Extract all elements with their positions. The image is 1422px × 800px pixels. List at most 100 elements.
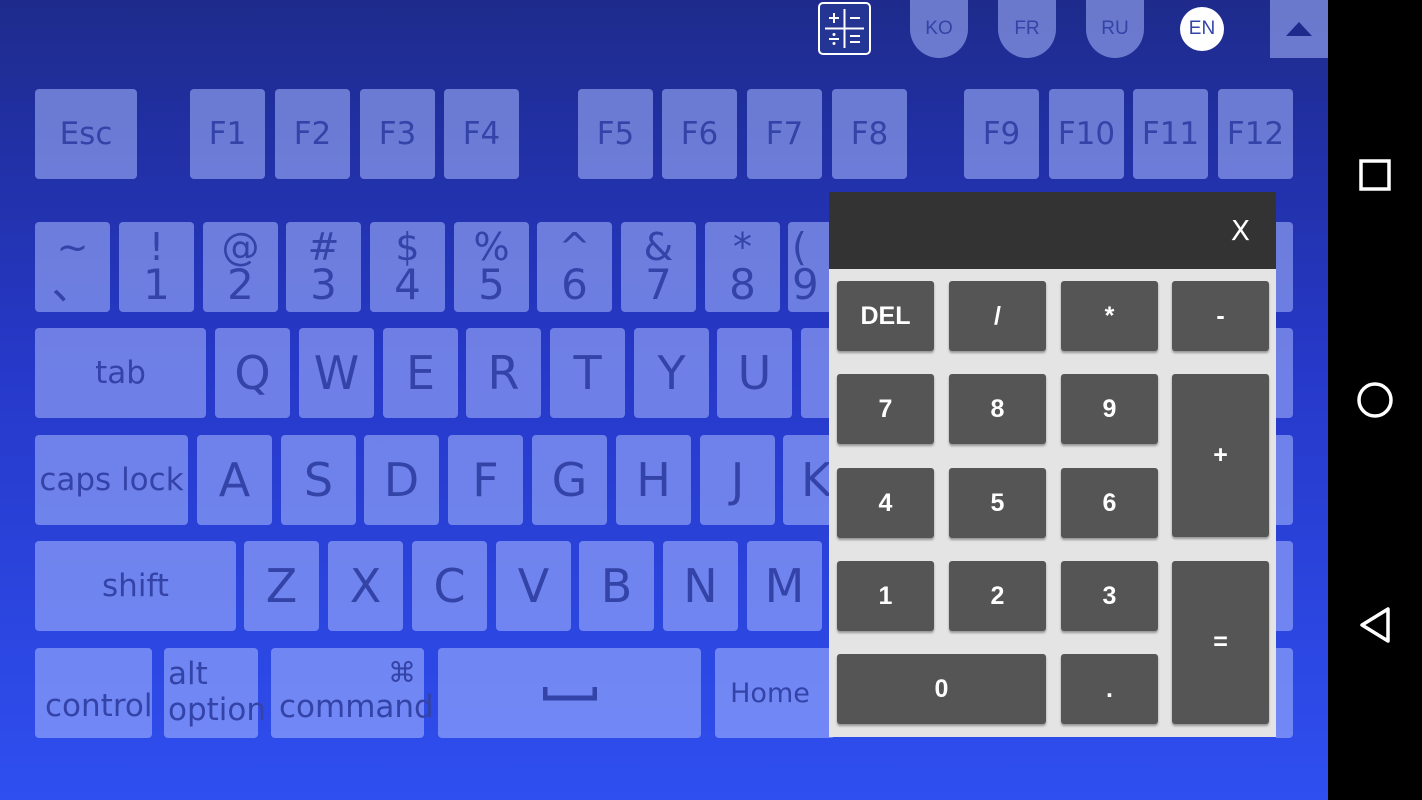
key-command[interactable]: ⌘ command: [271, 648, 434, 738]
key-f4[interactable]: F4: [444, 89, 519, 179]
calc-8-button[interactable]: 8: [949, 374, 1046, 444]
key-n[interactable]: N: [663, 541, 738, 631]
key-3[interactable]: #3: [286, 222, 361, 312]
key-bottom-label: 4: [394, 260, 421, 310]
key-shift[interactable]: shift: [35, 541, 236, 631]
key-tilde[interactable]: ~、: [35, 222, 110, 312]
key-return-edge[interactable]: [1276, 435, 1293, 525]
calc-del-button[interactable]: DEL: [837, 281, 934, 351]
key-bottom-label: 8: [729, 260, 756, 310]
key-esc[interactable]: Esc: [35, 89, 137, 179]
key-1[interactable]: ! 1: [119, 222, 194, 312]
calculator-close-button[interactable]: X: [1231, 214, 1250, 247]
key-b[interactable]: B: [579, 541, 654, 631]
calc-3-button[interactable]: 3: [1061, 561, 1158, 631]
key-f10[interactable]: F10: [1049, 89, 1124, 179]
calc-dot-button[interactable]: .: [1061, 654, 1158, 724]
key-bottom-label: 6: [561, 260, 588, 310]
key-arrow-edge[interactable]: [1276, 648, 1293, 738]
key-f12[interactable]: F12: [1218, 89, 1293, 179]
key-bottom-label: 5: [478, 260, 505, 310]
key-m[interactable]: M: [747, 541, 822, 631]
key-z[interactable]: Z: [244, 541, 319, 631]
key-4[interactable]: $4: [370, 222, 445, 312]
key-a[interactable]: A: [197, 435, 272, 525]
key-q[interactable]: Q: [215, 328, 290, 418]
key-i-partial[interactable]: [801, 328, 831, 418]
key-control[interactable]: control: [35, 648, 152, 738]
key-alt-option[interactable]: alt option: [164, 648, 266, 738]
back-triangle-icon[interactable]: [1352, 602, 1398, 648]
calc-5-button[interactable]: 5: [949, 468, 1046, 538]
lang-ko-button[interactable]: KO: [910, 0, 968, 58]
key-f6[interactable]: F6: [662, 89, 737, 179]
key-f3[interactable]: F3: [360, 89, 435, 179]
calc-0-button[interactable]: 0: [837, 654, 1046, 724]
calculator-panel: X DEL / * - 7 8 9 + 4 5 6 1 2 3 = 0 .: [829, 192, 1276, 737]
key-u[interactable]: U: [717, 328, 792, 418]
key-f1[interactable]: F1: [190, 89, 265, 179]
key-bottom-label: 2: [227, 260, 254, 310]
key-shift-right-edge[interactable]: [1276, 541, 1293, 631]
lang-ru-button[interactable]: RU: [1086, 0, 1144, 58]
key-j[interactable]: J: [700, 435, 775, 525]
key-x[interactable]: X: [328, 541, 403, 631]
key-y[interactable]: Y: [634, 328, 709, 418]
key-c[interactable]: C: [412, 541, 487, 631]
calc-plus-button[interactable]: +: [1172, 374, 1269, 537]
lang-en-button[interactable]: EN: [1173, 0, 1231, 58]
key-home[interactable]: Home: [715, 648, 835, 738]
key-e[interactable]: E: [383, 328, 458, 418]
key-f11[interactable]: F11: [1133, 89, 1208, 179]
key-r[interactable]: R: [466, 328, 541, 418]
triangle-up-icon[interactable]: [1270, 0, 1328, 58]
circle-icon[interactable]: [1352, 377, 1398, 423]
navigation-bar: [1328, 0, 1422, 800]
key-t[interactable]: T: [550, 328, 625, 418]
lang-en-label: EN: [1180, 7, 1224, 51]
calc-6-button[interactable]: 6: [1061, 468, 1158, 538]
calc-1-button[interactable]: 1: [837, 561, 934, 631]
key-space[interactable]: [438, 648, 701, 738]
key-f7[interactable]: F7: [747, 89, 822, 179]
square-icon[interactable]: [1352, 152, 1398, 198]
key-f[interactable]: F: [448, 435, 523, 525]
key-f9[interactable]: F9: [964, 89, 1039, 179]
key-bottom-label: 9: [792, 260, 819, 310]
key-bottom-label: 、: [51, 260, 94, 310]
keyboard-stage: KO FR RU EN Esc F1 F2 F3 F4 F5 F6 F7 F8 …: [0, 0, 1328, 800]
key-backslash-edge[interactable]: [1276, 328, 1293, 418]
calc-2-button[interactable]: 2: [949, 561, 1046, 631]
key-7[interactable]: & 7: [621, 222, 696, 312]
key-caps-lock[interactable]: caps lock: [35, 435, 188, 525]
space-bar-icon: [542, 687, 597, 701]
calc-7-button[interactable]: 7: [837, 374, 934, 444]
calculator-icon[interactable]: [818, 2, 871, 55]
key-v[interactable]: V: [496, 541, 571, 631]
key-h[interactable]: H: [616, 435, 691, 525]
key-d[interactable]: D: [364, 435, 439, 525]
calc-9-button[interactable]: 9: [1061, 374, 1158, 444]
key-f8[interactable]: F8: [832, 89, 907, 179]
key-bottom-label: 3: [310, 260, 337, 310]
calc-equals-button[interactable]: =: [1172, 561, 1269, 724]
command-symbol-icon: ⌘: [388, 655, 416, 689]
lang-fr-button[interactable]: FR: [998, 0, 1056, 58]
key-f2[interactable]: F2: [275, 89, 350, 179]
key-command-label: command: [279, 688, 434, 725]
key-backspace-edge[interactable]: [1276, 222, 1293, 312]
key-f5[interactable]: F5: [578, 89, 653, 179]
key-6[interactable]: ^ 6: [537, 222, 612, 312]
key-tab[interactable]: tab: [35, 328, 206, 418]
key-w[interactable]: W: [299, 328, 374, 418]
calc-minus-button[interactable]: -: [1172, 281, 1269, 351]
key-s[interactable]: S: [281, 435, 356, 525]
key-g[interactable]: G: [532, 435, 607, 525]
key-5[interactable]: % 5: [454, 222, 529, 312]
calc-multiply-button[interactable]: *: [1061, 281, 1158, 351]
calc-divide-button[interactable]: /: [949, 281, 1046, 351]
calc-4-button[interactable]: 4: [837, 468, 934, 538]
key-option-label: option: [168, 692, 267, 728]
key-8[interactable]: * 8: [705, 222, 780, 312]
key-2[interactable]: @2: [203, 222, 278, 312]
